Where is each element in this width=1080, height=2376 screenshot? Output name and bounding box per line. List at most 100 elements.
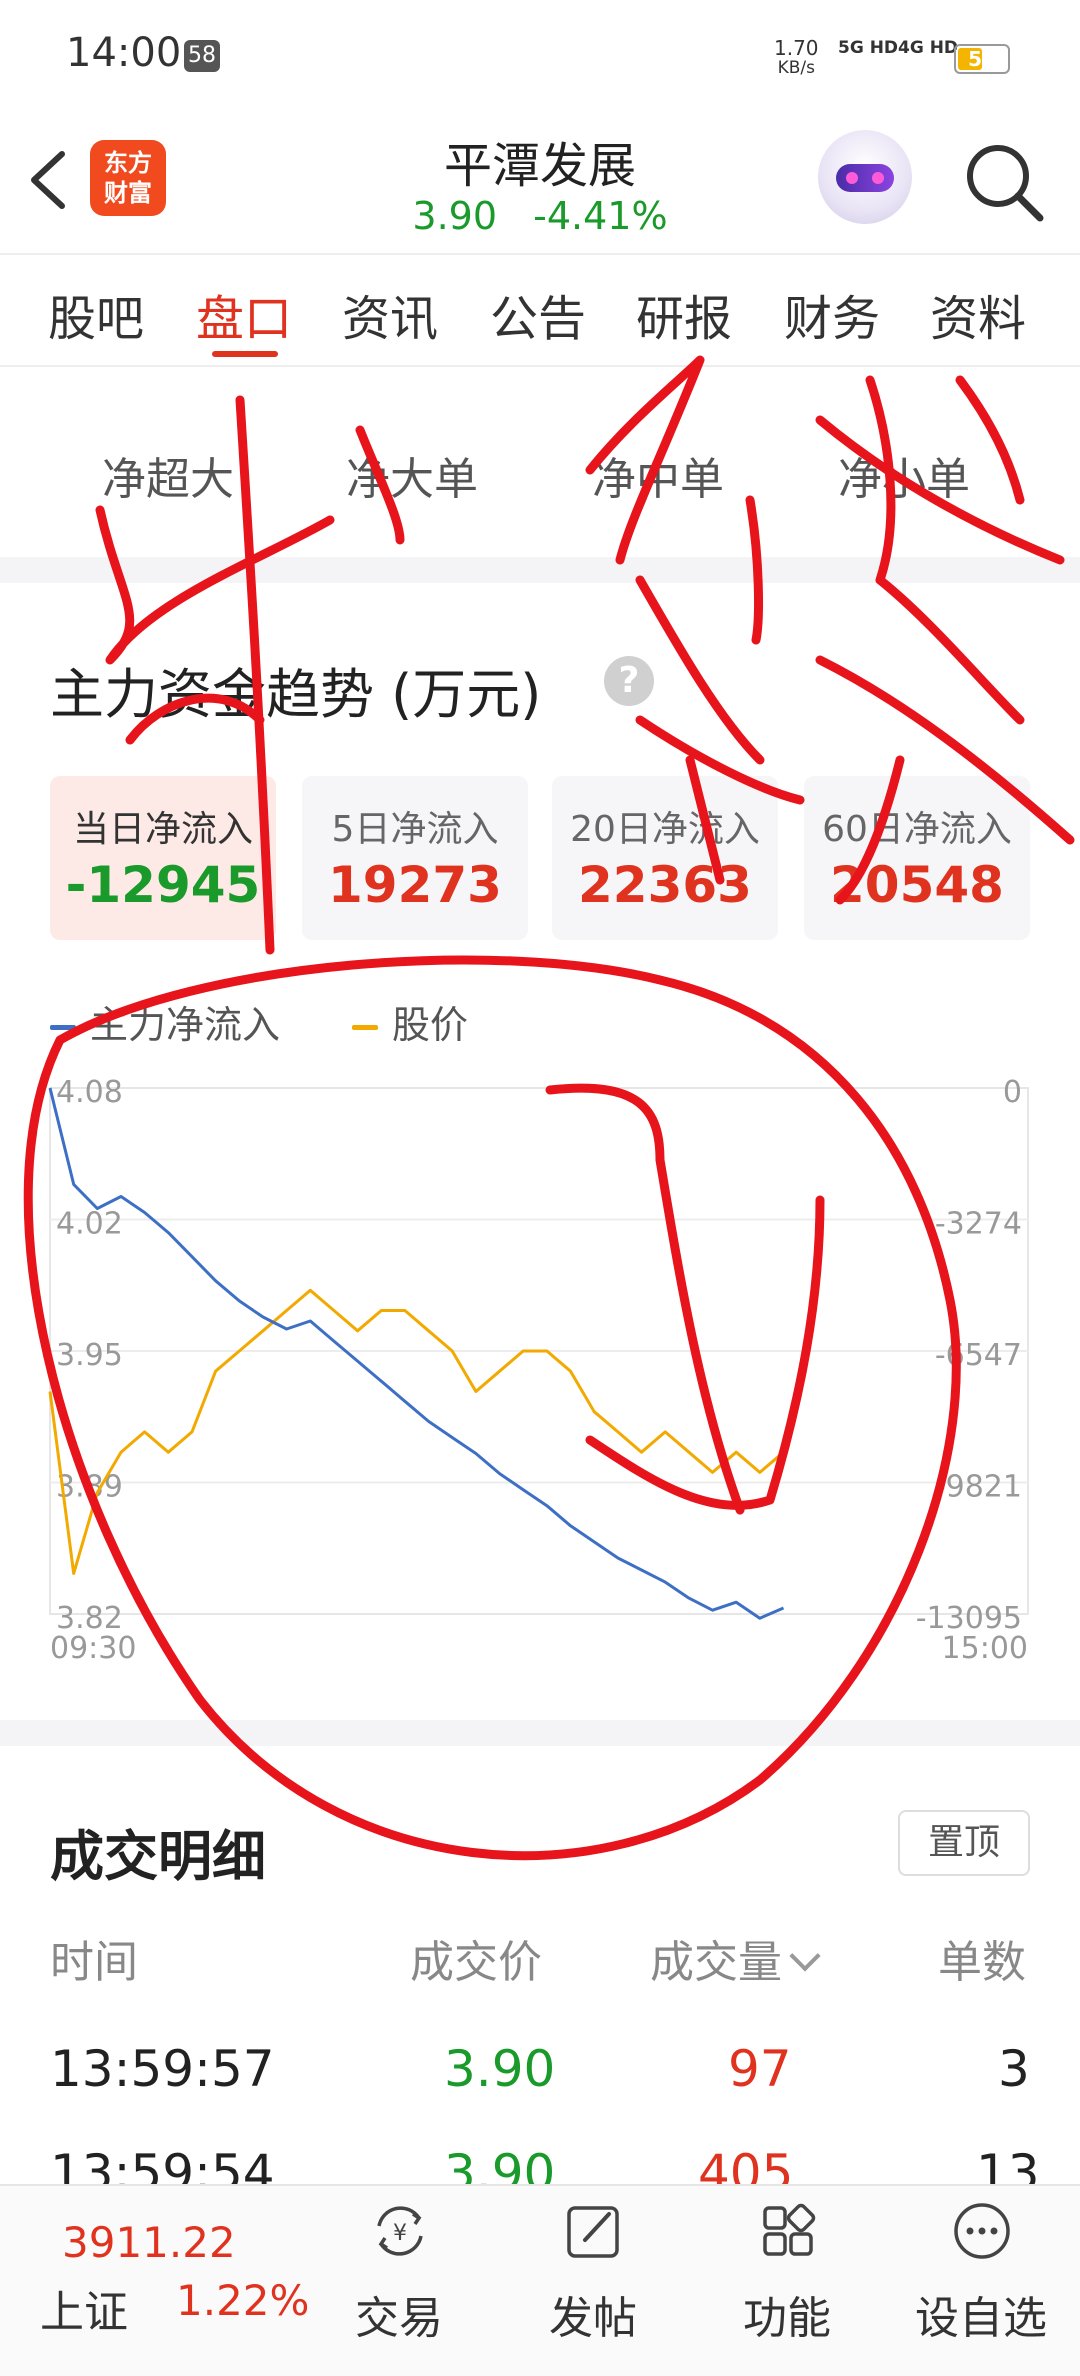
flow-card-5d[interactable]: 5日净流入 19273 — [302, 776, 528, 940]
column-header-price: 成交价 — [410, 1937, 542, 1988]
status-bar: 14:00 58 1.70 KB/s 5G HD 4G HD 51 — [0, 0, 1080, 110]
x-tick: 15:00 — [942, 1631, 1028, 1666]
trade-detail-title: 成交明细 — [50, 1825, 266, 1888]
tab-guba[interactable]: 股吧 — [48, 279, 144, 349]
legend-flow-label: 主力净流入 — [90, 1003, 281, 1047]
net-speed-value: 1.70 — [774, 36, 819, 60]
order-size-tabs: 净超大 净大单 净中单 净小单 — [0, 367, 1080, 557]
subtab-medium[interactable]: 净中单 — [592, 443, 724, 507]
index-change-pct: 1.22% — [176, 2276, 310, 2325]
x-tick: 09:30 — [50, 1631, 136, 1666]
legend-price-label: 股价 — [392, 1003, 469, 1047]
trade-row: 13:59:57 3.90 97 3 — [0, 2040, 1080, 2140]
flow-card-value: 19273 — [328, 856, 502, 914]
flow-card-60d[interactable]: 60日净流入 20548 — [804, 776, 1030, 940]
notification-badge: 58 — [184, 40, 220, 72]
trade-count: 3 — [998, 2040, 1030, 2098]
trade-time: 13:59:57 — [50, 2040, 275, 2098]
y-right-tick: 0 — [1003, 1075, 1022, 1110]
column-header-count: 单数 — [938, 1937, 1026, 1988]
tab-finance[interactable]: 财务 — [784, 279, 880, 349]
battery-icon: 51 — [954, 44, 1010, 74]
more-icon — [954, 2203, 1010, 2259]
tab-news[interactable]: 资讯 — [342, 279, 438, 349]
chevron-down-icon — [789, 1940, 821, 1972]
flow-card-today[interactable]: 当日净流入 -12945 — [50, 776, 276, 940]
section-divider — [0, 1720, 1080, 1746]
apps-icon — [763, 2203, 816, 2256]
y-left-tick: 3.89 — [56, 1470, 123, 1505]
legend-swatch-flow — [50, 1025, 76, 1030]
column-header-volume-label: 成交量 — [650, 1937, 782, 1988]
net-speed: 1.70 KB/s — [774, 38, 819, 78]
flow-card-value: 20548 — [830, 856, 1004, 914]
nav-add-watchlist[interactable]: 设自选 — [906, 2186, 1056, 2376]
tab-research[interactable]: 研报 — [636, 279, 732, 349]
stock-name: 平潭发展 — [443, 138, 636, 194]
nav-add-watchlist-label: 设自选 — [915, 2293, 1047, 2344]
y-left-tick: 4.08 — [56, 1075, 123, 1110]
stock-tabs: 股吧 盘口 资讯 公告 研报 财务 资料 — [0, 255, 1080, 367]
index-name: 上证 — [40, 2287, 128, 2338]
stock-change-pct: -4.41% — [533, 194, 668, 238]
flow-series-line — [48, 1087, 785, 1620]
stock-quote: 3.90 -4.41% — [340, 194, 740, 238]
flow-card-label: 当日净流入 — [72, 809, 253, 850]
subtab-small[interactable]: 净小单 — [838, 443, 970, 507]
active-tab-indicator — [212, 351, 278, 357]
app-logo[interactable]: 东方 财富 — [90, 140, 166, 216]
column-header-volume[interactable]: 成交量 — [650, 1926, 821, 1990]
nav-post[interactable]: 发帖 — [518, 2186, 668, 2376]
nav-trade-label: 交易 — [355, 2293, 443, 2344]
signal-4g: 4G HD — [898, 38, 959, 58]
y-right-tick: -6547 — [935, 1338, 1022, 1373]
legend-price: 股价 — [352, 994, 468, 1049]
y-right-tick: -3274 — [935, 1207, 1022, 1242]
stock-header: 东方 财富 平潭发展 3.90 -4.41% — [0, 110, 1080, 255]
subtab-super-large[interactable]: 净超大 — [102, 443, 234, 507]
flow-card-value: -12945 — [65, 856, 261, 914]
help-icon[interactable]: ? — [604, 656, 654, 706]
flow-card-label: 60日净流入 — [822, 809, 1012, 850]
ai-assistant-avatar[interactable] — [818, 130, 912, 224]
flow-card-label: 20日净流入 — [570, 809, 760, 850]
robot-eye-left — [846, 172, 858, 184]
column-header-time: 时间 — [50, 1937, 138, 1988]
robot-visor — [836, 164, 894, 192]
legend-flow: 主力净流入 — [50, 994, 280, 1049]
capital-flow-chart: 4.08 04.02 -32743.95 -65473.89 -98213.82 -130… — [48, 1075, 1029, 1666]
index-value: 3911.22 — [62, 2218, 236, 2267]
section-divider — [0, 557, 1080, 583]
battery-text: 51 — [968, 47, 996, 71]
y-right-tick: -9821 — [935, 1470, 1022, 1505]
legend-swatch-price — [352, 1025, 378, 1030]
net-speed-unit: KB/s — [777, 58, 815, 78]
price-series-line — [48, 1288, 785, 1575]
stock-price: 3.90 — [412, 194, 498, 238]
bottom-nav: 3911.22 上证 1.22% ¥ 交易 发帖 功能 设自选 — [0, 2184, 1080, 2376]
tab-profile[interactable]: 资料 — [930, 279, 1026, 349]
nav-trade[interactable]: ¥ 交易 — [324, 2186, 474, 2376]
yuan-exchange-icon: ¥ — [377, 2206, 423, 2256]
logo-line1: 东方 — [104, 149, 152, 177]
capital-trend-title: 主力资金趋势 (万元) — [50, 663, 542, 726]
back-arrow-icon[interactable] — [24, 140, 84, 220]
flow-card-label: 5日净流入 — [331, 809, 499, 850]
y-left-tick: 3.95 — [56, 1338, 123, 1373]
search-icon[interactable] — [960, 138, 1050, 228]
tab-announcements[interactable]: 公告 — [490, 279, 586, 349]
trade-volume: 97 — [728, 2040, 792, 2098]
nav-post-label: 发帖 — [549, 2293, 637, 2344]
flow-card-20d[interactable]: 20日净流入 22363 — [552, 776, 778, 940]
robot-eye-right — [872, 172, 884, 184]
edit-icon — [567, 2206, 619, 2258]
logo-line2: 财富 — [104, 179, 152, 207]
subtab-large[interactable]: 净大单 — [346, 443, 478, 507]
nav-functions-label: 功能 — [743, 2293, 831, 2344]
nav-functions[interactable]: 功能 — [712, 2186, 862, 2376]
pin-top-button[interactable]: 置顶 — [898, 1810, 1030, 1876]
y-left-tick: 4.02 — [56, 1207, 123, 1242]
flow-card-value: 22363 — [578, 856, 752, 914]
tab-pankou[interactable]: 盘口 — [196, 279, 292, 349]
trade-price: 3.90 — [444, 2040, 556, 2098]
